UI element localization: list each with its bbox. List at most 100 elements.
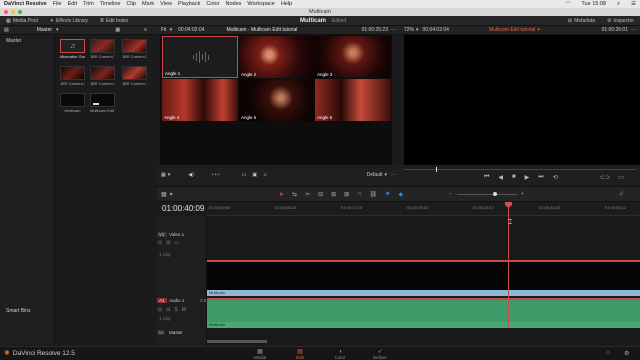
solo-icon[interactable]: S (174, 307, 177, 313)
angle-2[interactable]: Angle 2 (239, 36, 315, 78)
video-track-tag[interactable]: V1 (157, 232, 167, 237)
more-options-icon[interactable]: ⋯ (391, 172, 396, 178)
page-tab-color[interactable]: ◑ Color (320, 349, 360, 360)
default-selector[interactable]: Default (367, 172, 383, 178)
video-only-icon[interactable]: ▭ (242, 172, 247, 178)
timeline-ruler[interactable]: 01:00:00:00 01:00:08:22 01:00:17:20 01:0… (207, 202, 640, 216)
match-frame-icon[interactable]: ⊂⊃ (600, 174, 610, 181)
zoom-window-button[interactable] (18, 10, 22, 14)
jog-control[interactable]: ‹ • › (212, 172, 220, 178)
video-track-name[interactable]: Video 1 (169, 232, 184, 237)
audio-mixer-icon[interactable]: ♫ (619, 191, 624, 197)
more-options-icon[interactable]: ⋯ (631, 27, 636, 33)
loop-icon[interactable]: ⟲ (553, 174, 558, 181)
spotlight-icon[interactable]: ⌕ (617, 1, 620, 8)
fit-selector[interactable]: Fit (161, 27, 167, 33)
edit-index-button[interactable]: ≣ Edit Index (94, 18, 134, 24)
clip-thumbnail[interactable]: JBR Camera 10 (122, 66, 147, 86)
video-clip[interactable]: Multicam (207, 260, 640, 296)
reverse-icon[interactable]: ◀ (498, 174, 503, 181)
menu-file[interactable]: File (53, 1, 62, 7)
chevron-down-icon[interactable]: ▾ (170, 27, 173, 33)
menu-mark[interactable]: Mark (142, 1, 154, 7)
clip-thumbnail[interactable]: JBR Camera 4 (90, 66, 115, 86)
clip-thumbnail[interactable]: Multicam (60, 93, 85, 113)
snapping-icon[interactable]: ∩ (357, 191, 361, 198)
menu-clip[interactable]: Clip (126, 1, 135, 7)
wifi-icon[interactable]: ◠ (566, 1, 571, 8)
angle-3[interactable]: Angle 3 (315, 36, 391, 78)
video-audio-icon[interactable]: ▣ (252, 172, 257, 178)
zoom-out-icon[interactable]: − (449, 191, 452, 197)
zoom-slider[interactable] (457, 194, 517, 195)
angle-4[interactable]: Angle 4 (162, 79, 238, 121)
minimize-window-button[interactable] (11, 10, 15, 14)
flag-icon[interactable]: ⚑ (385, 191, 390, 198)
replace-clip-icon[interactable]: ⊠ (344, 191, 349, 198)
bin-list-icon[interactable]: ▤ (4, 27, 9, 33)
bin-item-master[interactable]: Master (0, 35, 54, 47)
disable-track-icon[interactable]: ▭ (174, 240, 179, 246)
chevron-down-icon[interactable]: ▾ (384, 172, 387, 178)
gear-icon[interactable]: ⚙ (624, 350, 629, 357)
more-options-icon[interactable]: ⋯ (391, 27, 396, 33)
clip-thumbnail[interactable]: ♫ Miserable Gro... (60, 39, 85, 59)
clip-thumbnail[interactable]: Multicam Edit ... (90, 93, 115, 113)
clip-thumbnail[interactable]: JBR Camera 3 (60, 66, 85, 86)
menu-view[interactable]: View (160, 1, 172, 7)
menu-edit[interactable]: Edit (68, 1, 77, 7)
page-tab-deliver[interactable]: ➶ Deliver (360, 349, 400, 360)
timeline-tracks[interactable]: Multicam Multicam (207, 216, 640, 346)
menu-playback[interactable]: Playback (178, 1, 200, 7)
page-tab-edit[interactable]: ▤ Edit (280, 349, 320, 360)
media-pool-button[interactable]: ▦ Media Pool (0, 18, 44, 24)
inspector-button[interactable]: ⚙ Inspector (601, 18, 640, 24)
linked-selection-icon[interactable]: ⛓ (370, 191, 378, 198)
lock-track-icon[interactable]: ⊡ (158, 307, 162, 313)
angle-6[interactable]: Angle 6 (315, 79, 391, 121)
chevron-down-icon[interactable]: ▾ (416, 27, 419, 33)
chevron-down-icon[interactable]: ▾ (56, 27, 59, 33)
home-icon[interactable]: ⌂ (606, 350, 610, 356)
menu-nodes[interactable]: Nodes (225, 1, 241, 7)
clock[interactable]: Tue 15:08 (581, 1, 606, 8)
clip-thumbnail[interactable]: JBR Camera 2 (122, 39, 147, 59)
chevron-down-icon[interactable]: ▾ (537, 27, 540, 33)
menu-color[interactable]: Color (206, 1, 219, 7)
menu-trim[interactable]: Trim (83, 1, 94, 7)
speaker-icon[interactable]: ◀) (188, 172, 194, 178)
fullscreen-icon[interactable]: ▭ (618, 174, 624, 181)
multicam-layout-icon[interactable]: ▦ (161, 172, 166, 178)
audio-track-name[interactable]: Audio 1 (169, 298, 184, 303)
effects-library-button[interactable]: ✦ Effects Library (44, 18, 94, 24)
zoom-level[interactable]: 72% (404, 27, 414, 33)
zoom-in-icon[interactable]: + (521, 191, 524, 197)
lock-track-icon[interactable]: ⊡ (158, 240, 162, 246)
angle-1[interactable]: Angle 1 (162, 36, 238, 78)
metadata-button[interactable]: ⊞ Metadata (562, 18, 601, 24)
master-track-tag[interactable]: M (157, 330, 165, 335)
close-window-button[interactable] (4, 10, 8, 14)
audio-track-tag[interactable]: A1 (157, 298, 167, 303)
menu-app[interactable]: DaVinci Resolve (4, 1, 47, 7)
auto-select-icon[interactable]: ⊟ (166, 240, 170, 246)
timeline-scrollbar[interactable] (207, 340, 267, 343)
overwrite-clip-icon[interactable]: ⊞ (331, 191, 336, 198)
go-to-start-icon[interactable]: ⏮ (484, 174, 489, 181)
scrubber-bar[interactable] (404, 169, 636, 170)
master-track-name[interactable]: Master (169, 330, 183, 335)
multicam-viewer[interactable]: Angle 1 Angle 2 Angle 3 Angle 4 Angle 5 … (160, 35, 392, 165)
page-tab-media[interactable]: ▦ Media (240, 349, 280, 360)
chevron-down-icon[interactable]: ▾ (168, 172, 171, 178)
angle-5[interactable]: Angle 5 (239, 79, 315, 121)
stop-icon[interactable]: ■ (512, 174, 516, 181)
play-icon[interactable]: ▶ (525, 174, 530, 181)
selection-tool-icon[interactable]: ➤ (279, 191, 284, 198)
menu-workspace[interactable]: Workspace (247, 1, 274, 7)
menu-timeline[interactable]: Timeline (100, 1, 121, 7)
marker-icon[interactable]: ◆ (399, 191, 404, 198)
menu-help[interactable]: Help (281, 1, 292, 7)
blade-tool-icon[interactable]: ✂ (305, 191, 310, 198)
grid-view-icon[interactable]: ▦ (115, 27, 120, 33)
insert-clip-icon[interactable]: ⊟ (318, 191, 323, 198)
